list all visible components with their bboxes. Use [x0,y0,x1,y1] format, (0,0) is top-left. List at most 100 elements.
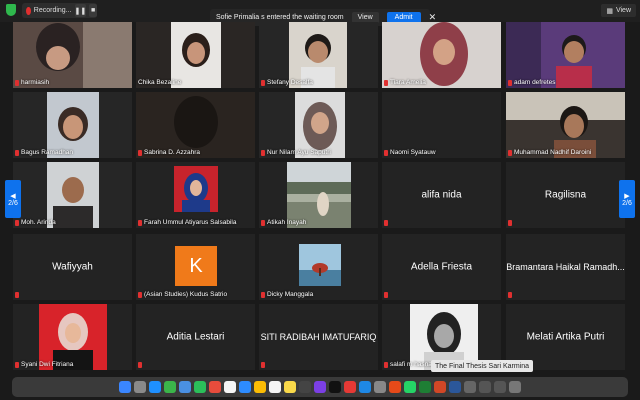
messages-icon[interactable] [164,381,176,393]
dock [12,377,628,397]
avatar: K [175,246,217,286]
participant-name: Atikah Inayah [267,219,307,226]
mail-icon[interactable] [179,381,191,393]
muted-mic-icon [261,79,265,86]
participant-tile[interactable]: harmiasih [13,22,132,88]
word-icon[interactable] [449,381,461,393]
muted-mic-icon [261,291,265,298]
system-preferences-icon[interactable] [374,381,386,393]
zoom-icon[interactable] [239,381,251,393]
tv-icon[interactable] [329,381,341,393]
recording-label: Recording... [33,7,72,14]
participant-tile[interactable]: Bagus Ramadhan [13,92,132,158]
music-icon[interactable] [299,381,311,393]
app-store-icon[interactable] [359,381,371,393]
window-thumbnail-icon[interactable] [479,381,491,393]
gallery-grid: harmiasih Chika Bezaline Stefany Desalfa… [0,22,640,374]
muted-mic-icon [15,361,19,368]
trash-icon[interactable] [509,381,521,393]
whatsapp-icon[interactable] [404,381,416,393]
muted-mic-icon [138,219,142,226]
podcasts-icon[interactable] [314,381,326,393]
downloads-folder-icon[interactable] [464,381,476,393]
muted-mic-icon [384,361,388,368]
muted-mic-icon [384,149,388,156]
stop-icon: ■ [91,7,96,14]
participant-name: Farah Ummul Atiyarus Salsabila [144,219,237,226]
notes-icon[interactable] [284,381,296,393]
chrome-icon[interactable] [254,381,266,393]
powerpoint-icon[interactable] [434,381,446,393]
stop-recording-button[interactable]: ■ [89,4,97,17]
view-menu-label: View [615,7,631,14]
muted-mic-icon [261,362,265,368]
participant-tile[interactable]: Atikah Inayah [259,162,378,228]
participant-display-name: SITI RADIBAH IMATUFARIQ [260,332,377,342]
muted-mic-icon [384,292,388,298]
participant-name: Bagus Ramadhan [21,149,74,156]
finder-icon[interactable] [119,381,131,393]
participant-tile[interactable]: Wafiyyah [13,234,132,300]
safari-icon[interactable] [149,381,161,393]
dock-tooltip: The Final Thesis Sari Karmina [431,360,534,372]
recording-indicator: Recording... ❚❚ ■ [22,3,97,18]
participant-display-name: alifa nida [421,189,462,201]
participant-display-name: Melati Artika Putri [526,331,605,343]
participant-display-name: Ragilisna [544,189,587,201]
participant-tile[interactable]: Adella Friesta [382,234,501,300]
participant-tile[interactable]: alifa nida [382,162,501,228]
facetime-icon[interactable] [194,381,206,393]
contacts-icon[interactable] [269,381,281,393]
avatar-letter: K [189,254,203,277]
participant-tile[interactable]: Sabrina D. Azzahra [136,92,255,158]
participant-tile[interactable]: Dicky Manggala [259,234,378,300]
participant-tile[interactable]: SITI RADIBAH IMATUFARIQ [259,304,378,370]
muted-mic-icon [138,362,142,368]
participant-tile[interactable]: K (Asian Studies) Kudus Satrio [136,234,255,300]
participant-name: Moh. Arinda [21,219,56,226]
participant-name: (Asian Studies) Kudus Satrio [144,291,228,298]
photos-icon[interactable] [209,381,221,393]
muted-mic-icon [261,149,265,156]
muted-mic-icon [508,79,512,86]
participant-tile[interactable]: Ragilisna [506,162,625,228]
muted-mic-icon [15,292,19,298]
muted-mic-icon [261,219,265,226]
participant-name: Muhammad Nadhif Daroini [514,149,592,156]
excel-icon[interactable] [419,381,431,393]
participant-tile[interactable]: Farah Ummul Atiyarus Salsabila [136,162,255,228]
participant-tile[interactable]: Bramantara Haikal Ramadh... [506,234,625,300]
participant-name: adam defretes [514,79,556,86]
participant-tile[interactable]: Naomi Syatauw [382,92,501,158]
vlc-icon[interactable] [389,381,401,393]
news-icon[interactable] [344,381,356,393]
previous-page-button[interactable]: ◀ 2/6 [5,180,21,218]
security-shield-icon[interactable] [6,4,16,16]
muted-mic-icon [508,220,512,226]
next-page-button[interactable]: ▶ 2/6 [619,180,635,218]
participant-name: Naomi Syatauw [390,149,436,156]
launchpad-icon[interactable] [134,381,146,393]
muted-mic-icon [138,149,142,156]
participant-name: Tiara Amelia [390,79,426,86]
calendar-icon[interactable] [224,381,236,393]
participant-name: Syani Dwi Fitriana [21,361,74,368]
participant-tile[interactable]: adam defretes [506,22,625,88]
participant-name: Stefany Desalfa [267,79,313,86]
window-thumbnail-icon[interactable] [494,381,506,393]
pause-recording-button[interactable]: ❚❚ [74,4,87,17]
participant-tile[interactable]: Muhammad Nadhif Daroini [506,92,625,158]
participant-tile[interactable]: Tiara Amelia [382,22,501,88]
grid-view-icon: ▦ [606,7,613,15]
participant-tile[interactable]: Stefany Desalfa [259,22,378,88]
page-indicator: 2/6 [622,199,632,207]
participant-display-name: Wafiyyah [52,261,93,273]
participant-tile[interactable]: Aditia Lestari [136,304,255,370]
view-menu-button[interactable]: ▦ View [601,4,636,17]
participant-tile[interactable]: Chika Bezaline [136,22,255,88]
muted-mic-icon [138,291,142,298]
participant-tile[interactable]: Moh. Arinda [13,162,132,228]
muted-mic-icon [384,79,388,86]
participant-tile[interactable]: Syani Dwi Fitriana [13,304,132,370]
participant-tile[interactable]: Nur Nilam Ayu Saputri [259,92,378,158]
